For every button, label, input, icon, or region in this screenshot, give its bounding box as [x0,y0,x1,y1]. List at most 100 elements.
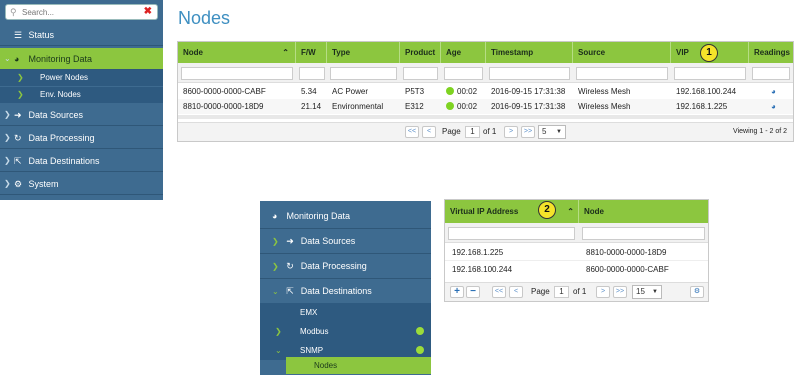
sidebar-item-label: System [28,179,59,189]
filter-age-input[interactable] [444,67,483,80]
page-title: Nodes [178,8,231,28]
column-label: F/W [301,48,316,57]
page-of-label: of 1 [483,127,497,136]
col-timestamp[interactable]: Timestamp [486,42,573,63]
dashboard-icon: ◕ [14,54,20,64]
first-page-button[interactable]: << [492,286,506,298]
chevron-right-icon: ❯ [4,110,11,119]
sidebar-item-data-destinations[interactable]: ❯ ⇱ Data Destinations [0,150,163,172]
prev-page-button[interactable]: < [422,126,436,138]
page-size-select[interactable]: 15 ▼ [632,285,662,299]
sidebar-item-label: Env. Nodes [40,90,81,99]
page-of-label: of 1 [573,287,587,296]
viewing-count: Viewing 1 - 2 of 2 [733,128,787,135]
next-page-button[interactable]: > [504,126,518,138]
readings-gauge-icon[interactable]: ◕ [766,84,776,99]
col-node[interactable]: Node ⌃ [178,42,296,63]
next-page-button[interactable]: > [596,286,610,298]
col-product[interactable]: Product [400,42,441,63]
sidebar-item-monitoring-data[interactable]: ⌄ ◕ Monitoring Data [0,48,163,70]
sidebar-item-system[interactable]: ❯ ⚙ System [0,173,163,195]
sidebar-item-data-processing[interactable]: ❯ ↻ Data Processing [260,254,431,279]
first-page-button[interactable]: << [405,126,419,138]
sidebar-item-status[interactable]: ☰ Status [0,24,163,46]
column-label: Age [446,48,462,57]
filter-type-input[interactable] [330,67,397,80]
col-virtual-ip[interactable]: Virtual IP Address ⌃ [445,200,579,223]
cell-product: E312 [405,102,424,111]
page-label: Page [531,287,550,296]
readings-gauge-icon[interactable]: ◕ [766,99,776,114]
pager: << < Page 1 of 1 > >> 5 ▼ Viewing 1 - 2 … [178,122,793,141]
filter-node-input[interactable] [582,227,705,240]
column-label: Node [584,207,604,216]
cell-node: 8810-0000-0000-18D9 [586,248,667,257]
column-label: VIP [676,48,689,57]
remove-row-button[interactable]: − [466,286,480,298]
col-readings[interactable]: Readings [749,42,793,63]
table-row[interactable]: 192.168.100.244 8600-0000-0000-CABF [445,261,708,278]
col-age[interactable]: Age [441,42,486,63]
sidebar-item-emx[interactable]: EMX [260,303,431,322]
sidebar-item-label: Data Processing [28,133,95,143]
clear-search-icon[interactable]: ✖ [144,6,152,17]
column-label: Product [405,48,436,57]
sidebar-item-data-destinations[interactable]: ⌄ ⇱ Data Destinations [260,279,431,304]
filter-vip-input[interactable] [674,67,746,80]
age-value: 00:02 [457,102,478,111]
search-input[interactable] [22,6,132,18]
cell-timestamp: 2016-09-15 17:31:38 [491,87,566,96]
col-node[interactable]: Node [579,200,708,223]
last-page-button[interactable]: >> [521,126,535,138]
add-row-button[interactable]: + [450,286,464,298]
filter-readings-input[interactable] [752,67,790,80]
sidebar-item-data-processing[interactable]: ❯ ↻ Data Processing [0,127,163,149]
prev-page-button[interactable]: < [509,286,523,298]
sidebar-item-data-sources[interactable]: ❯ ➜ Data Sources [260,229,431,254]
chevron-right-icon: ❯ [17,73,24,82]
sidebar-item-monitoring-data[interactable]: ◕ Monitoring Data [260,204,431,229]
cell-vip: 192.168.100.244 [676,87,737,96]
page-size-select[interactable]: 5 ▼ [538,125,566,139]
filter-source-input[interactable] [576,67,668,80]
table-row[interactable]: 8810-0000-0000-18D9 21.14 Environmental … [178,99,793,114]
col-fw[interactable]: F/W [296,42,327,63]
chevron-down-icon: ⌄ [272,287,279,296]
column-label: Virtual IP Address [450,207,519,216]
table-row[interactable]: 192.168.1.225 8810-0000-0000-18D9 [445,244,708,261]
filter-node-input[interactable] [181,67,293,80]
sidebar-item-data-sources[interactable]: ❯ ➜ Data Sources [0,104,163,126]
page-number-input[interactable]: 1 [554,286,569,298]
sidebar-item-label: Data Sources [300,236,356,246]
cell-node: 8600-0000-0000-CABF [586,265,669,274]
filter-product-input[interactable] [403,67,438,80]
refresh-icon: ↻ [14,133,22,143]
pager: + − << < Page 1 of 1 > >> 15 ▼ ⚙ [445,282,708,301]
cell-timestamp: 2016-09-15 17:31:38 [491,102,566,111]
sidebar-item-snmp-nodes[interactable]: Nodes [286,357,431,374]
sidebar-item-label: Nodes [314,361,338,370]
sidebar-item-env-nodes[interactable]: ❯ Env. Nodes [0,87,163,103]
sidebar-item-label: Data Sources [28,110,84,120]
col-type[interactable]: Type [327,42,400,63]
sidebar-item-power-nodes[interactable]: ❯ Power Nodes [0,70,163,86]
cell-type: AC Power [332,87,369,96]
chevron-right-icon: ❯ [275,327,282,336]
cell-node: 8600-0000-0000-CABF [183,87,266,96]
cell-age: 00:02 [441,84,477,99]
sign-in-icon: ➜ [286,236,294,246]
filter-fw-input[interactable] [299,67,325,80]
sidebar-item-modbus[interactable]: ❯ Modbus [260,322,431,341]
callout-badge: 1 [700,44,718,62]
horizontal-scrollbar[interactable] [178,115,793,119]
filter-timestamp-input[interactable] [489,67,570,80]
last-page-button[interactable]: >> [613,286,627,298]
search-box[interactable]: ⚲ ✖ [5,4,158,20]
col-source[interactable]: Source [573,42,671,63]
sidebar-item-label: Monitoring Data [286,211,351,221]
table-row[interactable]: 8600-0000-0000-CABF 5.34 AC Power P5T3 0… [178,84,793,99]
gear-icon[interactable]: ⚙ [690,286,704,298]
status-dot-icon [416,346,424,354]
page-number-input[interactable]: 1 [465,126,480,138]
filter-vip-input[interactable] [448,227,575,240]
